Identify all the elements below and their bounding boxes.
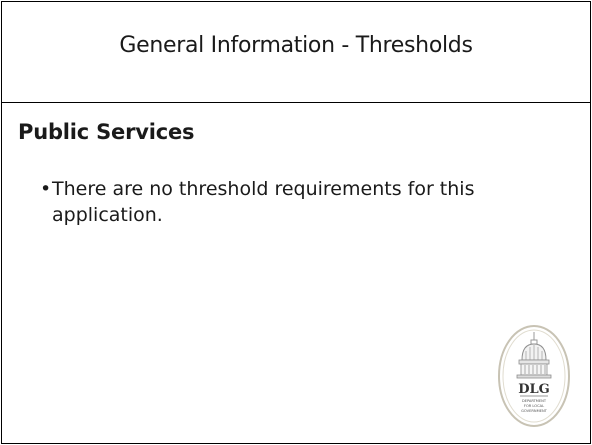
slide-title: General Information - Thresholds xyxy=(119,32,473,58)
dlg-seal-icon: DLG DEPARTMENT FOR LOCAL GOVERNMENT xyxy=(498,325,570,427)
bullet-text: There are no threshold requirements for … xyxy=(52,178,475,226)
list-item: •There are no threshold requirements for… xyxy=(40,176,532,228)
section-heading: Public Services xyxy=(18,120,195,144)
bullet-list: •There are no threshold requirements for… xyxy=(40,176,532,228)
logo-subtext: GOVERNMENT xyxy=(521,409,548,413)
bullet-icon: • xyxy=(40,178,52,200)
slide: General Information - Thresholds Public … xyxy=(1,1,591,444)
logo-subtext: DEPARTMENT xyxy=(522,399,547,403)
title-area: General Information - Thresholds xyxy=(2,2,590,103)
logo-subtext: FOR LOCAL xyxy=(524,404,544,408)
logo-text: DLG xyxy=(518,382,550,397)
